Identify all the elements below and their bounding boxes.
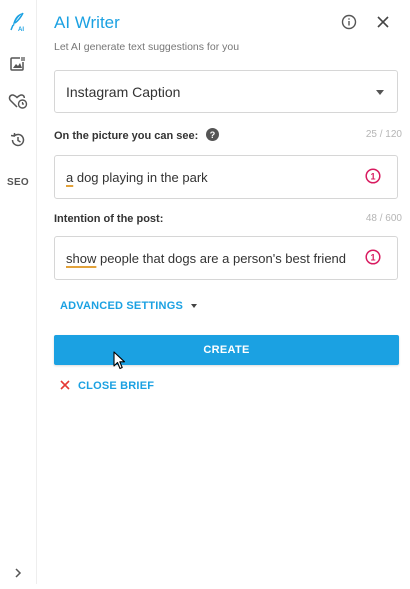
sidebar-item-image[interactable] [0, 52, 36, 80]
image-text-icon [9, 55, 27, 78]
svg-text:1: 1 [370, 172, 375, 182]
close-brief-button[interactable]: CLOSE BRIEF [60, 377, 154, 395]
warning-icon[interactable]: 1 [365, 168, 381, 184]
picture-field-label: On the picture you can see: ? [54, 128, 220, 144]
seo-label: SEO [6, 176, 30, 188]
picture-description-input[interactable]: a dog playing in the park 1 [54, 155, 398, 199]
chevron-down-icon [376, 90, 384, 95]
mouse-cursor-icon [113, 351, 127, 376]
picture-field-label-text: On the picture you can see: [54, 129, 199, 142]
page-title: AI Writer [54, 13, 120, 32]
caret-down-icon [190, 304, 197, 308]
sidebar-item-seo[interactable]: SEO [0, 168, 36, 196]
advanced-settings-label: ADVANCED SETTINGS [60, 300, 183, 312]
sidebar-item-ai-writer[interactable]: AI [0, 10, 36, 38]
intention-rest: people that dogs are a person's best fri… [96, 251, 347, 266]
template-select[interactable]: Instagram Caption [54, 70, 398, 113]
close-brief-label: CLOSE BRIEF [78, 380, 155, 392]
info-button[interactable] [338, 13, 360, 35]
close-panel-button[interactable] [372, 13, 394, 35]
quill-ai-icon: AI [8, 11, 28, 38]
svg-text:AI: AI [18, 27, 24, 33]
page-subtitle: Let AI generate text suggestions for you [54, 41, 240, 53]
warning-icon[interactable]: 1 [365, 249, 381, 265]
info-icon [341, 14, 357, 35]
expand-sidebar-button[interactable] [0, 561, 36, 589]
close-x-icon [60, 377, 70, 395]
intention-field-label: Intention of the post: [54, 213, 164, 225]
picture-field-counter: 25 / 120 [365, 129, 402, 140]
svg-text:?: ? [210, 130, 216, 140]
sidebar-rail: AI SEO [0, 0, 37, 584]
sidebar-item-favorites[interactable] [0, 89, 36, 117]
create-button[interactable]: CREATE [54, 335, 399, 365]
advanced-settings-toggle[interactable]: ADVANCED SETTINGS [60, 300, 197, 312]
sidebar-item-history[interactable] [0, 128, 36, 156]
picture-description-value: a dog playing in the park [66, 170, 208, 185]
picture-description-rest: dog playing in the park [73, 170, 208, 185]
template-select-value: Instagram Caption [66, 84, 181, 100]
spellcheck-word: show [66, 251, 97, 266]
help-icon[interactable]: ? [206, 128, 220, 144]
svg-text:1: 1 [370, 253, 375, 263]
intention-input[interactable]: show people that dogs are a person's bes… [54, 236, 398, 280]
chevron-right-icon [13, 566, 23, 584]
heart-clock-icon [8, 92, 28, 115]
intention-field-counter: 48 / 600 [365, 213, 402, 224]
intention-value: show people that dogs are a person's bes… [66, 251, 346, 266]
close-icon [376, 15, 390, 34]
history-icon [9, 131, 27, 154]
